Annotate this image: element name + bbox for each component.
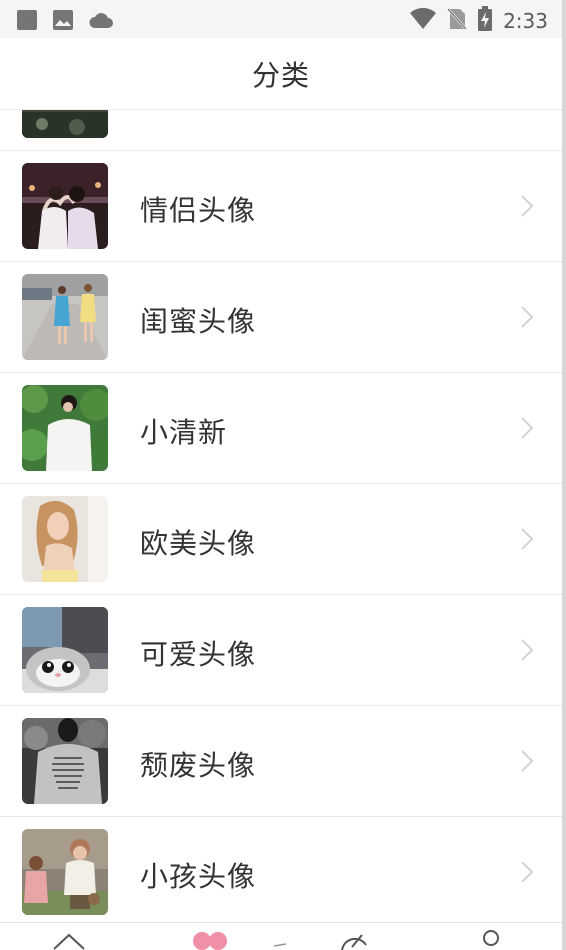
bottom-nav — [0, 922, 562, 950]
decadent-photo — [22, 718, 108, 804]
chevron-right-icon — [520, 194, 534, 222]
chevron-right-icon — [520, 110, 534, 111]
status-time: 2:33 — [503, 9, 548, 33]
wifi-icon — [409, 7, 437, 35]
chevron-right-icon — [520, 749, 534, 777]
cute-cat-photo — [22, 607, 108, 693]
app-screen: 2:33 分类 情侣头像 闺蜜头像 小清新 欧美头像 可爱头像 颓废头像 小孩头… — [0, 0, 566, 950]
bestfriends-photo — [22, 274, 108, 360]
status-right-icons: 2:33 — [409, 6, 548, 36]
create-icon[interactable] — [338, 929, 370, 950]
category-item-fresh[interactable]: 小清新 — [0, 373, 562, 484]
category-label: 小清新 — [140, 416, 228, 449]
battery-charging-icon — [477, 6, 493, 36]
fresh-photo — [22, 385, 108, 471]
no-sim-icon — [447, 7, 468, 35]
chevron-right-icon — [520, 416, 534, 444]
category-item-kids[interactable]: 小孩头像 — [0, 817, 562, 922]
category-list[interactable]: 情侣头像 闺蜜头像 小清新 欧美头像 可爱头像 颓废头像 小孩头像 — [0, 110, 562, 922]
category-item-partial[interactable] — [0, 110, 562, 151]
category-thumb — [22, 110, 108, 138]
category-item-bestfriends[interactable]: 闺蜜头像 — [0, 262, 562, 373]
chevron-right-icon — [520, 638, 534, 666]
page-title: 分类 — [251, 58, 310, 92]
stop-square-icon — [16, 9, 38, 35]
chevron-right-icon — [520, 527, 534, 555]
home-icon[interactable] — [52, 929, 86, 950]
category-item-decadent[interactable]: 颓废头像 — [0, 706, 562, 817]
image-icon — [52, 9, 74, 35]
couple-photo — [22, 163, 108, 249]
category-label: 欧美头像 — [140, 527, 257, 560]
category-label: 小孩头像 — [140, 860, 257, 893]
chevron-right-icon — [520, 305, 534, 333]
category-item-western[interactable]: 欧美头像 — [0, 484, 562, 595]
chevron-right-icon — [520, 860, 534, 888]
category-label: 情侣头像 — [140, 194, 257, 227]
category-label: 闺蜜头像 — [140, 305, 257, 338]
heart-icon[interactable] — [192, 929, 228, 950]
status-bar: 2:33 — [0, 0, 562, 38]
profile-icon[interactable] — [478, 929, 504, 950]
category-label: 可爱头像 — [140, 638, 257, 671]
category-item-couple[interactable]: 情侣头像 — [0, 151, 562, 262]
western-photo — [22, 496, 108, 582]
kids-photo — [22, 829, 108, 915]
category-label: 颓废头像 — [140, 749, 257, 782]
app-header: 分类 — [0, 38, 562, 110]
dot-icon — [272, 935, 288, 950]
status-left-icons — [16, 9, 114, 35]
category-item-cute[interactable]: 可爱头像 — [0, 595, 562, 706]
cloud-icon — [88, 10, 114, 34]
